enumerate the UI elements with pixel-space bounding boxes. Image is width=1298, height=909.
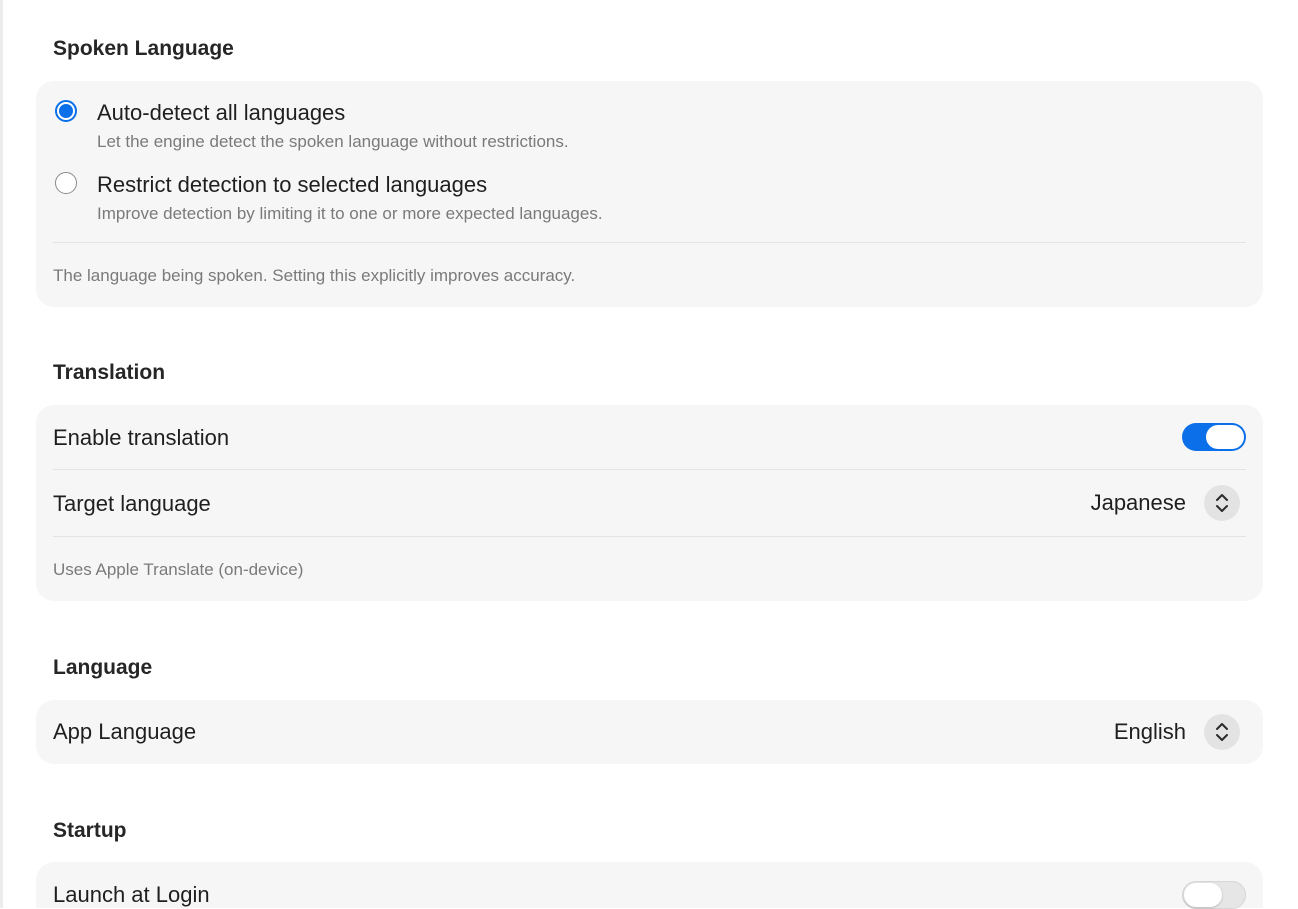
restrict-detection-radio[interactable] bbox=[55, 172, 77, 194]
translation-title: Translation bbox=[53, 361, 166, 384]
divider bbox=[53, 536, 1246, 537]
launch-at-login-label: Launch at Login bbox=[53, 882, 210, 907]
startup-group: Launch at Login bbox=[36, 862, 1263, 909]
language-group: App Language English bbox=[36, 700, 1263, 764]
enable-translation-label: Enable translation bbox=[53, 425, 230, 450]
divider bbox=[53, 242, 1246, 243]
spoken-language-title: Spoken Language bbox=[53, 37, 234, 60]
enable-translation-toggle[interactable] bbox=[1182, 423, 1246, 451]
app-language-value: English bbox=[1113, 719, 1186, 744]
spoken-language-footnote: The language being spoken. Setting this … bbox=[53, 266, 576, 285]
target-language-label: Target language bbox=[53, 491, 211, 516]
translation-footnote: Uses Apple Translate (on-device) bbox=[53, 560, 304, 579]
toggle-knob bbox=[1206, 425, 1244, 449]
restrict-detection-label[interactable]: Restrict detection to selected languages bbox=[97, 172, 487, 198]
translation-group: Enable translation Target language Japan… bbox=[36, 405, 1263, 601]
launch-at-login-toggle[interactable] bbox=[1182, 881, 1246, 909]
auto-detect-description: Let the engine detect the spoken languag… bbox=[97, 132, 569, 151]
target-language-value: Japanese bbox=[1090, 490, 1186, 515]
toggle-knob bbox=[1184, 883, 1222, 907]
target-language-select[interactable]: Japanese bbox=[1091, 485, 1240, 521]
chevron-up-down-icon[interactable] bbox=[1204, 485, 1240, 521]
auto-detect-radio[interactable] bbox=[55, 100, 77, 122]
app-language-label: App Language bbox=[53, 719, 197, 744]
restrict-detection-description: Improve detection by limiting it to one … bbox=[97, 204, 603, 223]
spoken-language-group: Auto-detect all languages Let the engine… bbox=[36, 81, 1263, 307]
auto-detect-label[interactable]: Auto-detect all languages bbox=[97, 100, 345, 126]
language-title: Language bbox=[53, 656, 153, 679]
divider bbox=[53, 469, 1246, 470]
window-left-edge bbox=[0, 0, 3, 908]
app-language-select[interactable]: English bbox=[1114, 714, 1240, 750]
chevron-up-down-icon[interactable] bbox=[1204, 714, 1240, 750]
startup-title: Startup bbox=[53, 819, 127, 842]
